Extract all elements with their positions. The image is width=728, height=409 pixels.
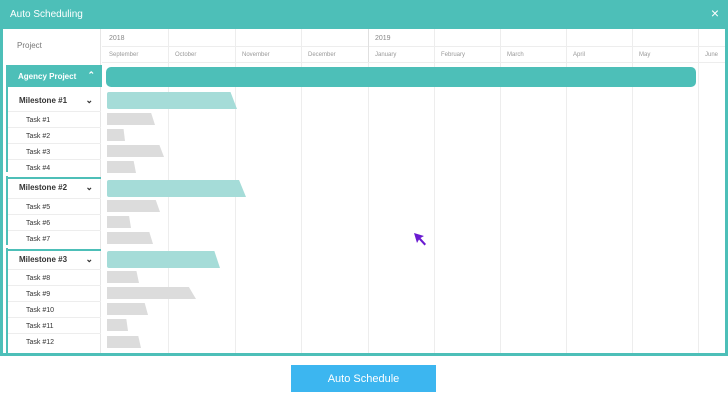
month-label: April: [573, 52, 586, 58]
project-bar[interactable]: [106, 67, 696, 87]
milestone-name: Milestone #1: [19, 96, 68, 105]
milestone-bar[interactable]: [107, 180, 246, 197]
task-bar[interactable]: [107, 271, 139, 283]
year-header: 2018 2019: [102, 29, 725, 63]
gantt-timeline: 2018 2019 September October November Dec…: [102, 29, 725, 353]
task-name: Task #3: [26, 149, 51, 156]
task-bar[interactable]: [107, 161, 136, 173]
grid-line: [698, 29, 699, 353]
task-row[interactable]: Task #8: [8, 269, 101, 285]
project-name: Agency Project: [18, 72, 77, 81]
month-label: September: [109, 52, 139, 58]
month-label: March: [507, 52, 524, 58]
task-bar[interactable]: [107, 129, 125, 141]
task-row[interactable]: Task #3: [8, 143, 101, 159]
task-name: Task #11: [26, 323, 54, 330]
task-name: Task #1: [26, 117, 51, 124]
milestone-bar[interactable]: [107, 251, 220, 268]
task-name: Task #9: [26, 291, 51, 298]
task-bar[interactable]: [107, 145, 164, 157]
milestone-bar[interactable]: [107, 92, 237, 109]
milestone-row[interactable]: Milestone #2 ⌄: [7, 177, 101, 194]
task-row[interactable]: Task #1: [8, 111, 101, 127]
task-bar[interactable]: [107, 232, 153, 244]
task-row[interactable]: Task #6: [8, 214, 101, 230]
milestone-name: Milestone #2: [19, 183, 68, 192]
task-name: Task #10: [26, 307, 55, 314]
milestone-name: Milestone #3: [19, 255, 68, 264]
task-bar[interactable]: [107, 200, 160, 212]
month-label: May: [639, 52, 651, 58]
month-label: November: [242, 52, 270, 58]
year-label: 2019: [375, 35, 391, 42]
task-bar[interactable]: [107, 113, 155, 125]
task-bar[interactable]: [107, 336, 141, 348]
task-bar[interactable]: [107, 303, 148, 315]
auto-scheduling-window: Auto Scheduling × Project Agency Project…: [0, 0, 728, 356]
close-icon[interactable]: ×: [711, 6, 719, 20]
title-bar: Auto Scheduling ×: [0, 0, 728, 29]
chevron-up-icon[interactable]: ⌃: [87, 70, 95, 81]
task-name: Task #12: [26, 339, 55, 346]
task-row[interactable]: Task #7: [8, 230, 101, 246]
month-header: September October November December Janu…: [102, 47, 725, 63]
task-name: Task #5: [26, 204, 51, 211]
chevron-down-icon[interactable]: ⌄: [85, 95, 93, 106]
task-name: Task #8: [26, 275, 51, 282]
task-row[interactable]: Task #2: [8, 127, 101, 143]
task-row[interactable]: Task #12: [8, 333, 101, 349]
window-title: Auto Scheduling: [10, 9, 83, 20]
month-label: February: [441, 52, 466, 58]
month-label: December: [308, 52, 336, 58]
month-label: June: [705, 52, 719, 58]
task-row[interactable]: Task #11: [8, 317, 101, 333]
task-name: Task #4: [26, 165, 51, 172]
chevron-down-icon[interactable]: ⌄: [85, 182, 93, 193]
year-label: 2018: [109, 35, 125, 42]
project-row-agency[interactable]: Agency Project ⌃: [6, 65, 102, 87]
task-row[interactable]: Task #4: [8, 159, 101, 175]
task-bar[interactable]: [107, 216, 131, 228]
task-name: Task #7: [26, 236, 51, 243]
month-label: January: [375, 52, 397, 58]
task-name: Task #2: [26, 133, 51, 140]
task-bar[interactable]: [107, 319, 128, 331]
auto-schedule-button[interactable]: Auto Schedule: [291, 365, 436, 392]
project-column-header: Project: [17, 41, 42, 50]
task-name: Task #6: [26, 220, 51, 227]
task-row[interactable]: Task #10: [8, 301, 101, 317]
task-bar[interactable]: [107, 287, 196, 299]
task-row[interactable]: Task #9: [8, 285, 101, 301]
month-label: October: [175, 52, 197, 58]
chevron-down-icon[interactable]: ⌄: [85, 254, 93, 265]
task-row[interactable]: Task #5: [8, 198, 101, 214]
milestone-row[interactable]: Milestone #3 ⌄: [7, 249, 101, 266]
milestone-row[interactable]: Milestone #1 ⌄: [7, 92, 101, 109]
task-list-panel: Project Agency Project ⌃ Milestone #1 ⌄ …: [3, 29, 102, 353]
mouse-pointer-icon: [414, 233, 426, 246]
